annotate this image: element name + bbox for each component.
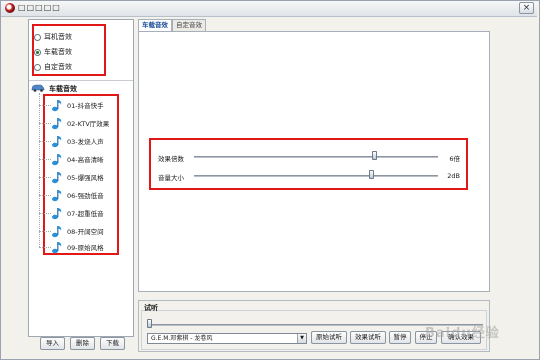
- effect-multiplier-slider-track[interactable]: [194, 156, 438, 158]
- original-audition-button[interactable]: 原始试听: [311, 331, 347, 344]
- tree-root-label[interactable]: 车载音效: [49, 84, 77, 94]
- slider-label-volume: 音量大小: [158, 174, 184, 182]
- pause-button[interactable]: 暂停: [389, 331, 411, 344]
- tree-branch-line: [39, 212, 51, 214]
- effect-multiplier-value: 6倍: [449, 155, 460, 163]
- chevron-down-icon[interactable]: ▼: [297, 334, 306, 343]
- import-button[interactable]: 导入: [40, 337, 65, 350]
- preset-item[interactable]: 09-原始风格: [39, 238, 104, 256]
- tree-branch-line: [39, 140, 51, 142]
- preset-label: 01-抖音快手: [67, 102, 104, 110]
- mode-option-custom[interactable]: 自定音效: [34, 61, 72, 73]
- preset-label: 08-开阔空间: [67, 228, 104, 236]
- playback-progress-thumb[interactable]: [147, 319, 152, 328]
- download-button[interactable]: 下载: [100, 337, 125, 350]
- radio-icon[interactable]: [34, 33, 41, 41]
- volume-slider-thumb[interactable]: [369, 170, 375, 179]
- tab-custom-effects[interactable]: 自定音效: [172, 19, 206, 31]
- music-note-icon: [52, 172, 62, 184]
- effect-multiplier-slider-thumb[interactable]: [371, 151, 377, 160]
- preset-item[interactable]: 03-发烧人声: [39, 132, 104, 150]
- preset-item[interactable]: 02-KTV厅效果: [39, 114, 109, 132]
- music-note-icon: [52, 136, 62, 148]
- effect-audition-button[interactable]: 效果试听: [350, 331, 386, 344]
- mode-option-earphone[interactable]: 耳机音效: [34, 31, 72, 43]
- radio-icon[interactable]: [34, 63, 41, 71]
- music-note-icon: [52, 118, 62, 130]
- radio-icon[interactable]: [34, 48, 41, 56]
- volume-slider-track[interactable]: [194, 175, 438, 177]
- tree-branch-line: [39, 194, 51, 196]
- preset-item[interactable]: 01-抖音快手: [39, 96, 104, 114]
- title-bar[interactable]: [1, 1, 537, 17]
- music-note-icon: [52, 242, 62, 254]
- preset-label: 05-爆强风格: [67, 174, 104, 182]
- preset-item[interactable]: 05-爆强风格: [39, 168, 104, 186]
- mode-option-label: 耳机音效: [44, 33, 72, 41]
- audition-title: 试听: [144, 304, 158, 312]
- mode-option-label: 自定音效: [44, 63, 72, 71]
- delete-button[interactable]: 删除: [70, 337, 95, 350]
- divider: [29, 80, 133, 81]
- volume-value: 2dB: [447, 172, 460, 180]
- tree-branch-line: [39, 176, 51, 178]
- preset-item[interactable]: 04-高音清晰: [39, 150, 104, 168]
- preset-item[interactable]: 07-超重低音: [39, 204, 104, 222]
- preset-label: 03-发烧人声: [67, 138, 104, 146]
- car-icon: [31, 84, 45, 92]
- app-logo-icon: [5, 3, 15, 13]
- slider-label-effect-multiplier: 效果倍数: [158, 155, 184, 163]
- mode-option-label: 车载音效: [44, 48, 72, 56]
- slider-highlight-box: [149, 138, 468, 190]
- music-note-icon: [52, 154, 62, 166]
- window-title: □□□□□: [18, 3, 61, 12]
- tree-branch-line: [39, 246, 51, 248]
- tab-car-effects[interactable]: 车载音效: [138, 19, 172, 31]
- tree-branch-line: [39, 158, 51, 160]
- track-select[interactable]: G.E.M.邓紫棋 - 龙卷风: [147, 333, 307, 344]
- preset-label: 02-KTV厅效果: [67, 120, 110, 128]
- music-note-icon: [52, 226, 62, 238]
- preset-label: 09-原始风格: [67, 244, 104, 252]
- mode-option-car[interactable]: 车载音效: [34, 46, 72, 58]
- tree-branch-line: [39, 230, 51, 232]
- music-note-icon: [52, 208, 62, 220]
- preset-label: 07-超重低音: [67, 210, 104, 218]
- tree-branch-line: [39, 122, 51, 124]
- preset-item[interactable]: 06-强劲低音: [39, 186, 104, 204]
- tree-branch-line: [39, 104, 51, 106]
- preset-label: 06-强劲低音: [67, 192, 104, 200]
- music-note-icon: [52, 190, 62, 202]
- watermark: Baidu经验: [425, 326, 500, 341]
- close-button[interactable]: ×: [519, 2, 534, 14]
- music-note-icon: [52, 100, 62, 112]
- preset-label: 04-高音清晰: [67, 156, 104, 164]
